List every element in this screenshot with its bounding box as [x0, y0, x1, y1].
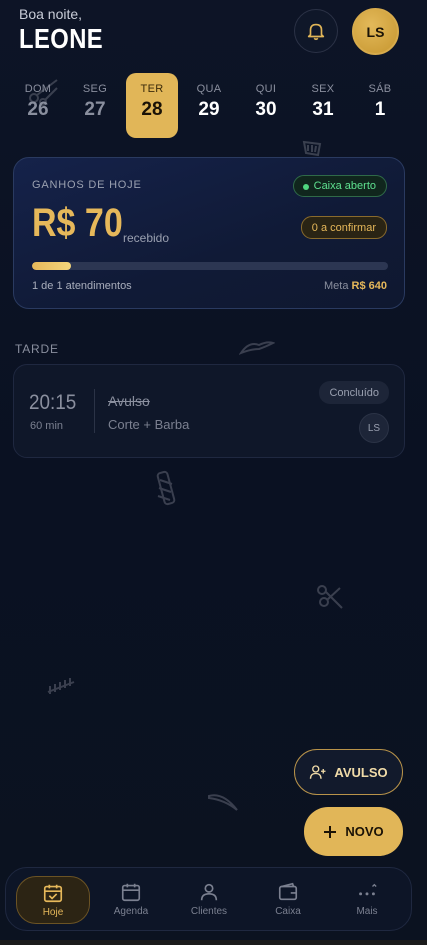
day-sex[interactable]: SEX 31 [297, 73, 349, 138]
day-seg[interactable]: SEG 27 [69, 73, 121, 138]
barber-pole-deco-icon [156, 470, 176, 506]
appointment-client: Avulso [108, 393, 150, 409]
divider [94, 389, 95, 433]
novo-label: NOVO [345, 824, 384, 839]
day-qui[interactable]: QUI 30 [240, 73, 292, 138]
day-number: 30 [255, 99, 277, 120]
goal-progress-bar [32, 262, 388, 270]
day-dom[interactable]: DOM 26 [12, 73, 64, 138]
to-confirm-badge[interactable]: 0 a confirmar [300, 216, 387, 239]
notifications-button[interactable] [294, 9, 338, 53]
tab-label: Clientes [190, 906, 228, 917]
earnings-amount: R$ 70 [32, 201, 123, 245]
day-ter[interactable]: TER 28 [126, 73, 178, 138]
day-number: 28 [141, 99, 163, 120]
tab-label: Caixa [275, 906, 301, 917]
bell-icon [307, 23, 325, 41]
user-name: LEONE [19, 23, 104, 54]
user-plus-icon [310, 765, 326, 779]
earnings-card: GANHOS DE HOJE Caixa aberto R$ 70 recebi… [13, 157, 405, 309]
bottom-edge [0, 940, 427, 945]
goal-value: R$ 640 [351, 280, 387, 292]
scissors-deco-icon-2 [317, 585, 343, 609]
day-label: SEG [82, 83, 108, 95]
day-label: SÁB [368, 83, 392, 95]
comb-deco-icon [302, 140, 322, 157]
tab-hoje[interactable]: Hoje [16, 876, 90, 924]
appointments-count: 1 de 1 atendimentos [32, 280, 132, 292]
received-label: recebido [123, 231, 170, 245]
tab-mais[interactable]: Mais [330, 876, 404, 924]
greeting-text: Boa noite, [19, 6, 83, 22]
day-number: 29 [198, 99, 220, 120]
status-badge: Concluído [319, 381, 389, 404]
avulso-label: AVULSO [334, 764, 388, 780]
tab-agenda[interactable]: Agenda [94, 876, 168, 924]
barber-avatar: LS [359, 413, 389, 443]
day-number: 26 [27, 99, 49, 120]
plus-icon [324, 825, 337, 838]
profile-avatar[interactable]: LS [352, 8, 399, 55]
day-number: 27 [84, 99, 106, 120]
bottom-tab-bar: Hoje Agenda Clientes Caixa Mais [5, 867, 412, 931]
day-label: QUI [255, 83, 277, 95]
new-appointment-button[interactable]: NOVO [304, 807, 403, 856]
day-qua[interactable]: QUA 29 [183, 73, 235, 138]
tab-caixa[interactable]: Caixa [251, 876, 325, 924]
week-day-selector: DOM 26 SEG 27 TER 28 QUA 29 QUI 30 SEX 31 SÁB 1 [0, 73, 427, 139]
earnings-title: GANHOS DE HOJE [32, 179, 142, 191]
mustache-deco-icon [239, 341, 275, 355]
user-icon [200, 883, 218, 901]
brush-deco-icon [47, 678, 75, 694]
cash-status-badge[interactable]: Caixa aberto [292, 175, 387, 197]
tab-label: Agenda [113, 906, 149, 917]
wallet-icon [278, 882, 298, 901]
appointment-time: 20:15 [29, 391, 77, 414]
appointment-card[interactable]: 20:15 60 min Avulso Corte + Barba Conclu… [13, 364, 405, 458]
add-walkin-button[interactable]: AVULSO [294, 749, 403, 795]
appointment-service: Corte + Barba [108, 417, 190, 432]
calendar-icon [121, 883, 141, 902]
tab-clientes[interactable]: Clientes [172, 876, 246, 924]
razor-deco-icon [208, 794, 238, 811]
calendar-check-icon [43, 884, 63, 903]
day-label: DOM [24, 83, 52, 95]
tab-label: Hoje [42, 907, 64, 918]
section-title: TARDE [15, 342, 59, 356]
appointment-duration: 60 min [30, 420, 64, 432]
more-icon [359, 883, 377, 896]
day-number: 1 [374, 99, 386, 120]
goal-label: Meta [323, 280, 349, 292]
tab-label: Mais [356, 906, 378, 917]
day-sab[interactable]: SÁB 1 [354, 73, 406, 138]
day-label: TER [140, 83, 164, 95]
goal-progress-fill [32, 262, 72, 270]
day-label: SEX [311, 83, 335, 95]
day-label: QUA [196, 83, 222, 95]
day-number: 31 [312, 99, 334, 120]
goal-text: Meta R$ 640 [324, 280, 387, 292]
